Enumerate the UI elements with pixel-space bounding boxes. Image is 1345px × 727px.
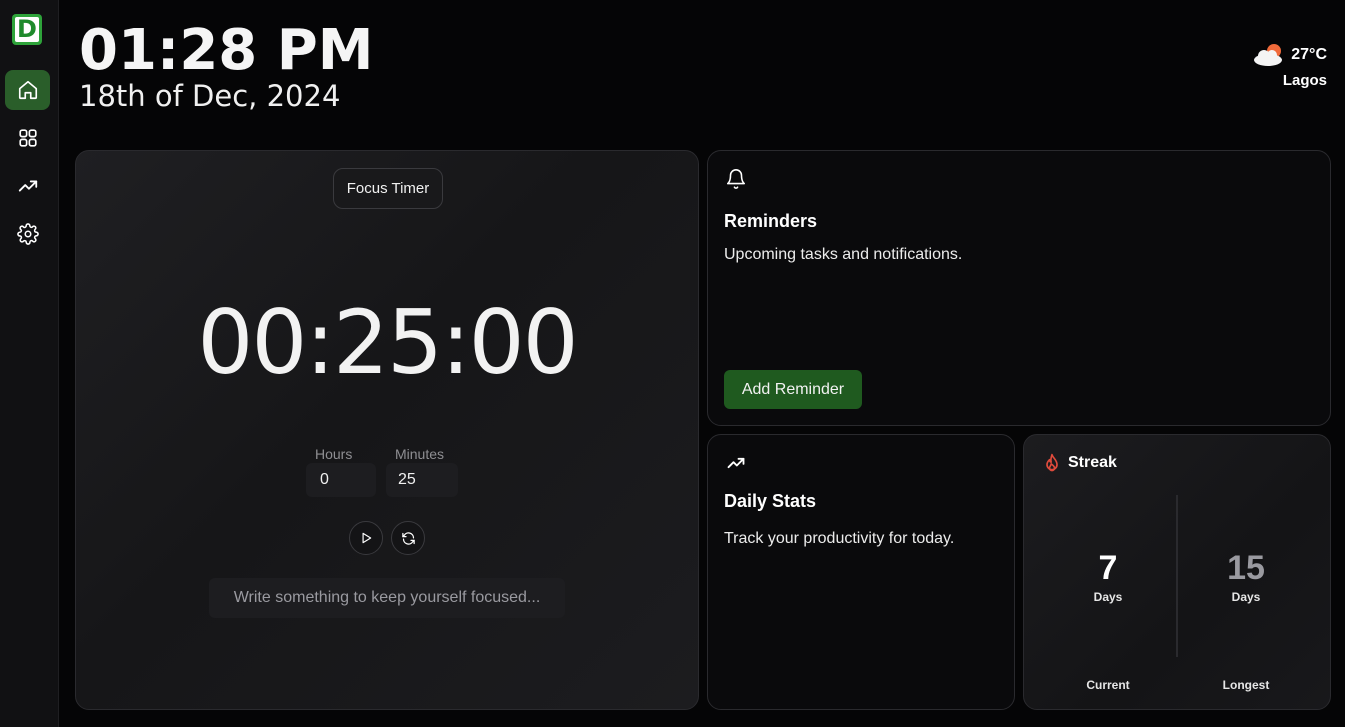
sidebar-item-settings[interactable] bbox=[5, 214, 50, 254]
reminders-subtitle: Upcoming tasks and notifications. bbox=[724, 246, 963, 263]
focus-timer-card: Focus Timer 00:25:00 Hours Minutes 0 25 bbox=[75, 150, 699, 710]
sidebar: D bbox=[0, 0, 59, 727]
streak-current-value: 7 bbox=[1098, 549, 1118, 587]
streak-longest-value: 15 bbox=[1227, 549, 1265, 587]
daily-stats-subtitle: Track your productivity for today. bbox=[724, 530, 955, 547]
streak-title: Streak bbox=[1068, 454, 1117, 471]
hours-label: Hours bbox=[315, 446, 353, 462]
sidebar-item-apps[interactable] bbox=[5, 118, 50, 158]
play-icon bbox=[362, 532, 372, 544]
play-button[interactable] bbox=[349, 521, 383, 555]
hours-input[interactable]: 0 bbox=[306, 463, 376, 497]
timer-display: 00:25:00 bbox=[197, 291, 578, 394]
date-label: 18th of Dec, 2024 bbox=[79, 79, 341, 113]
logo-letter: D bbox=[17, 15, 37, 43]
app-logo[interactable]: D bbox=[12, 14, 42, 45]
refresh-icon bbox=[401, 531, 415, 545]
bell-icon bbox=[726, 169, 746, 189]
streak-longest-label: Longest bbox=[1222, 678, 1270, 692]
streak-card: Streak 7 Days 15 Days Current Longest bbox=[1023, 434, 1331, 710]
gear-icon bbox=[16, 223, 39, 245]
minutes-input[interactable]: 25 bbox=[386, 463, 458, 497]
flame-icon bbox=[1046, 453, 1058, 472]
sidebar-item-home[interactable] bbox=[5, 70, 50, 110]
minutes-label: Minutes bbox=[395, 446, 445, 462]
weather-widget: 27°C Lagos bbox=[1251, 42, 1327, 89]
daily-stats-title: Daily Stats bbox=[724, 491, 817, 511]
home-icon bbox=[18, 80, 37, 100]
add-reminder-button[interactable]: Add Reminder bbox=[724, 370, 862, 409]
clock-time: 01:28 PM bbox=[79, 18, 374, 83]
weather-city: Lagos bbox=[1282, 72, 1327, 89]
trending-up-icon bbox=[727, 457, 745, 469]
weather-temp: 27°C bbox=[1291, 46, 1327, 63]
reset-button[interactable] bbox=[391, 521, 425, 555]
streak-longest-unit: Days bbox=[1231, 590, 1261, 604]
streak-current-label: Current bbox=[1086, 678, 1130, 692]
trending-up-icon bbox=[18, 180, 37, 192]
sidebar-item-stats[interactable] bbox=[5, 166, 50, 206]
partly-cloudy-icon bbox=[1254, 44, 1283, 66]
streak-current-unit: Days bbox=[1093, 590, 1123, 604]
reminders-card: Reminders Upcoming tasks and notificatio… bbox=[707, 150, 1331, 426]
daily-stats-card: Daily Stats Track your productivity for … bbox=[707, 434, 1015, 710]
focus-timer-chip[interactable]: Focus Timer bbox=[333, 168, 443, 209]
streak-divider bbox=[1176, 495, 1178, 657]
reminders-title: Reminders bbox=[724, 211, 818, 231]
focus-note-input[interactable] bbox=[209, 578, 565, 618]
grid-icon bbox=[18, 129, 37, 147]
